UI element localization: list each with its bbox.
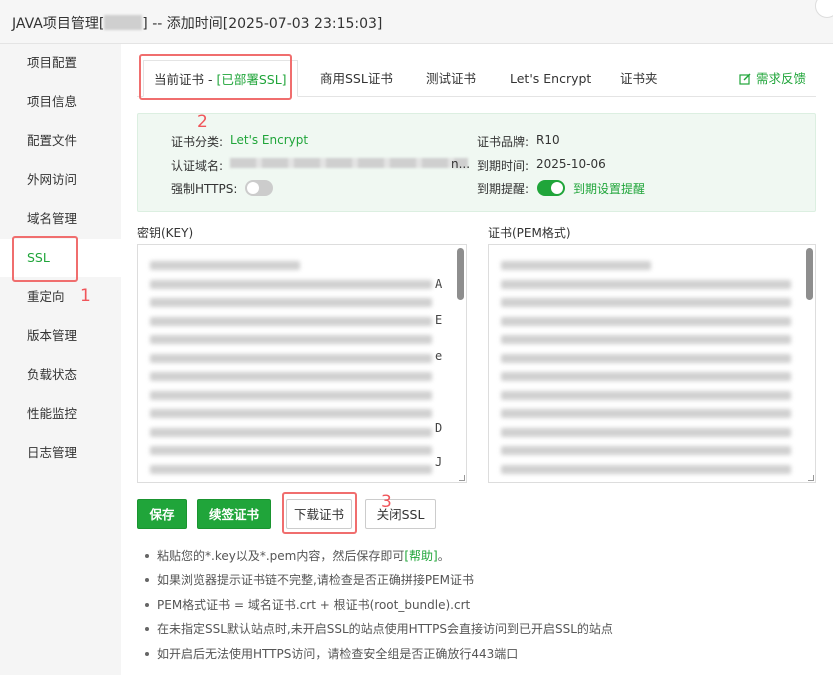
tab-cert-folder[interactable]: 证书夹 [620, 60, 658, 97]
cert-expire-label: 到期时间: [477, 159, 530, 173]
tip-text: 粘贴您的*.key以及*.pem内容，然后保存即可 [157, 549, 405, 563]
cert-domain-tail: n... [451, 157, 471, 171]
ssl-tabbar: 当前证书 - [已部署SSL] 商用SSL证书 测试证书 Let's Encry… [137, 60, 816, 97]
redacted-text-line [501, 390, 791, 400]
annotation-marker-1: 1 [80, 286, 91, 306]
redacted-domain [230, 158, 468, 168]
cert-brand-label: 证书品牌: [477, 135, 530, 149]
redacted-text-line [501, 427, 791, 437]
redacted-text-line [501, 335, 791, 344]
key-visible-char: E [435, 313, 443, 327]
tip-item: 粘贴您的*.key以及*.pem内容，然后保存即可[帮助]。 [145, 546, 613, 570]
sidebar-item-performance-monitor[interactable]: 性能监控 [0, 395, 121, 433]
window-title-suffix: ] -- 添加时间[2025-07-03 23:15:03] [142, 16, 383, 32]
tab-current-cert-status: [已部署SSL] [216, 72, 287, 87]
redacted-text-line [501, 353, 791, 363]
redacted-text-line [501, 409, 791, 418]
sidebar-item-ssl[interactable]: SSL [0, 239, 121, 277]
redacted-text-line [501, 298, 791, 307]
cert-expire-value: 2025-10-06 [536, 157, 606, 171]
tab-commercial-ssl[interactable]: 商用SSL证书 [320, 60, 393, 97]
tab-lets-encrypt[interactable]: Let's Encrypt [510, 60, 591, 97]
key-visible-char: J [435, 455, 443, 469]
key-area-label: 密钥(KEY) [137, 226, 194, 240]
tab-current-cert[interactable]: 当前证书 - [已部署SSL] [143, 60, 298, 97]
cert-domain-label: 认证域名: [171, 159, 224, 173]
window-titlebar: JAVA项目管理[ ] -- 添加时间[2025-07-03 23:15:03] [0, 0, 833, 44]
tips-list: 粘贴您的*.key以及*.pem内容，然后保存即可[帮助]。 如果浏览器提示证书… [145, 546, 613, 668]
redacted-text-line [150, 427, 432, 437]
redacted-text-line [501, 316, 791, 326]
redacted-text-line [150, 316, 432, 326]
tab-current-cert-label: 当前证书 - [154, 72, 217, 87]
redacted-text-line [150, 279, 432, 289]
feedback-label: 需求反馈 [755, 71, 806, 86]
sidebar-item-project-info[interactable]: 项目信息 [0, 83, 121, 121]
tip-item: 如开启后无法使用HTTPS访问，请检查安全组是否正确放行443端口 [145, 644, 613, 668]
redacted-text-line [150, 390, 432, 400]
sidebar-item-load-status[interactable]: 负载状态 [0, 356, 121, 394]
key-visible-char: D [435, 421, 443, 435]
key-visible-char: e [435, 349, 443, 363]
sidebar: 项目配置 项目信息 配置文件 外网访问 域名管理 SSL 重定向 版本管理 负载… [0, 44, 121, 675]
redacted-text-line [150, 298, 432, 307]
redacted-text-line [501, 464, 791, 474]
sidebar-item-external-access[interactable]: 外网访问 [0, 161, 121, 199]
redacted-text-line [501, 446, 791, 455]
help-link[interactable]: [帮助] [404, 549, 437, 563]
redacted-text-line [501, 261, 651, 270]
redacted-project-name [104, 15, 143, 30]
annotation-marker-3: 3 [381, 492, 392, 512]
cert-textarea[interactable] [488, 244, 816, 483]
sidebar-item-version-management[interactable]: 版本管理 [0, 317, 121, 355]
redacted-text-line [150, 335, 432, 344]
feedback-link[interactable]: 需求反馈 [739, 60, 806, 97]
save-button[interactable]: 保存 [137, 499, 187, 529]
sidebar-item-redirect[interactable]: 重定向 [0, 278, 121, 316]
force-https-toggle[interactable] [245, 180, 273, 196]
tip-item: 在未指定SSL默认站点时,未开启SSL的站点使用HTTPS会直接访问到已开启SS… [145, 619, 613, 643]
expiry-remind-toggle[interactable] [537, 180, 565, 196]
key-scrollbar[interactable] [457, 248, 464, 300]
key-resize-handle[interactable] [459, 475, 465, 481]
tab-test-cert[interactable]: 测试证书 [426, 60, 476, 97]
tip-text-end: 。 [437, 549, 450, 563]
cert-category-value: Let's Encrypt [230, 133, 309, 147]
close-button[interactable] [815, 0, 833, 18]
key-textarea[interactable]: A E e D J [137, 244, 467, 483]
cert-info-panel: 证书分类: Let's Encrypt 证书品牌: R10 认证域名: n...… [137, 113, 816, 212]
window-title: JAVA项目管理[ ] -- 添加时间[2025-07-03 23:15:03] [12, 13, 382, 33]
key-visible-char: A [435, 277, 443, 291]
tip-item: PEM格式证书 = 域名证书.crt + 根证书(root_bundle).cr… [145, 595, 613, 619]
cert-brand-value: R10 [536, 133, 560, 147]
redacted-text-line [150, 464, 432, 474]
sidebar-item-config-file[interactable]: 配置文件 [0, 122, 121, 160]
expiry-remind-link[interactable]: 到期设置提醒 [573, 180, 645, 197]
redacted-text-line [501, 372, 791, 381]
annotation-marker-2: 2 [197, 112, 208, 132]
edit-icon [739, 73, 751, 85]
redacted-text-line [150, 353, 432, 363]
cert-scrollbar[interactable] [806, 248, 813, 300]
redacted-text-line [501, 279, 791, 289]
close-ssl-button[interactable]: 关闭SSL [365, 499, 436, 529]
window-title-prefix: JAVA项目管理[ [12, 16, 105, 32]
sidebar-item-project-config[interactable]: 项目配置 [0, 44, 121, 82]
expiry-remind-label: 到期提醒: [477, 182, 530, 196]
renew-cert-button[interactable]: 续签证书 [197, 499, 271, 529]
redacted-text-line [150, 372, 432, 381]
sidebar-item-domain-management[interactable]: 域名管理 [0, 200, 121, 238]
redacted-text-line [150, 446, 432, 455]
sidebar-item-log-management[interactable]: 日志管理 [0, 434, 121, 472]
tip-item: 如果浏览器提示证书链不完整,请检查是否正确拼接PEM证书 [145, 570, 613, 594]
force-https-label: 强制HTTPS: [171, 182, 238, 196]
redacted-text-line [150, 409, 432, 418]
cert-resize-handle[interactable] [808, 475, 814, 481]
cert-category-label: 证书分类: [171, 135, 224, 149]
redacted-text-line [150, 261, 300, 270]
download-cert-button[interactable]: 下载证书 [286, 499, 352, 529]
cert-area-label: 证书(PEM格式) [488, 226, 571, 240]
